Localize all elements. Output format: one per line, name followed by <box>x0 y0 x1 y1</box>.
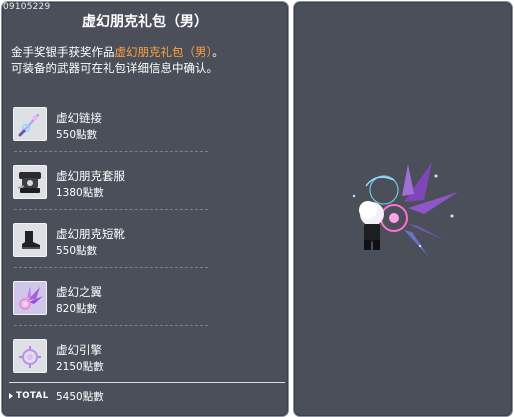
package-info-panel: 09105229 虚幻朋克礼包（男） 金手奖银手获奖作品虚幻朋克礼包（男）。 可… <box>1 1 289 417</box>
item-name: 虚幻链接 <box>56 111 102 125</box>
total-label: TOTAL <box>16 391 49 401</box>
total-arrow-icon <box>9 393 13 399</box>
description-prefix: 金手奖银手获奖作品 <box>11 45 115 59</box>
list-item[interactable]: 虚幻之翼 820點數 <box>2 276 288 334</box>
short-boots-icon <box>22 231 40 249</box>
item-price: 820點數 <box>56 303 98 315</box>
description-suffix: 。 <box>212 45 224 59</box>
total-value: 5450點數 <box>56 391 104 403</box>
list-item[interactable]: 虚幻朋克短靴 550點數 <box>2 218 288 276</box>
item-name: 虚幻朋克短靴 <box>56 227 125 241</box>
phantom-engine-icon <box>19 346 41 368</box>
item-price: 1380點數 <box>56 187 104 199</box>
package-title: 虚幻朋克礼包（男） <box>82 14 208 30</box>
item-price: 550點數 <box>56 245 98 257</box>
item-divider <box>14 267 208 268</box>
item-name: 虚幻引擎 <box>56 343 102 357</box>
item-price: 2150點數 <box>56 361 104 373</box>
item-icon-frame <box>13 281 47 315</box>
item-icon-frame <box>13 223 47 257</box>
package-item-list: 虚幻链接 550點數 虚幻朋克套服 1380點數 虚幻朋克短靴 550點數 虚幻… <box>2 102 288 392</box>
package-description: 金手奖银手获奖作品虚幻朋克礼包（男）。 可装备的武器可在礼包详细信息中确认。 <box>11 44 281 76</box>
description-line-1: 金手奖银手获奖作品虚幻朋克礼包（男）。 <box>11 44 281 60</box>
list-item[interactable]: 虚幻引擎 2150點數 <box>2 334 288 392</box>
total-divider <box>9 382 285 383</box>
item-price: 550點數 <box>56 129 98 141</box>
item-name: 虚幻之翼 <box>56 285 102 299</box>
character-preview-panel <box>293 1 513 417</box>
punk-outfit-icon <box>17 172 41 193</box>
item-divider <box>14 325 208 326</box>
item-icon-frame <box>13 339 47 373</box>
item-divider <box>14 209 208 210</box>
item-icon-frame <box>13 165 47 199</box>
list-item[interactable]: 虚幻链接 550點數 <box>2 102 288 160</box>
phantom-link-icon <box>18 113 40 137</box>
phantom-wings-icon <box>19 286 43 310</box>
list-item[interactable]: 虚幻朋克套服 1380點數 <box>2 160 288 218</box>
item-name: 虚幻朋克套服 <box>56 169 125 183</box>
item-icon-frame <box>13 107 47 141</box>
item-divider <box>14 151 208 152</box>
description-line-2: 可装备的武器可在礼包详细信息中确认。 <box>11 61 218 75</box>
description-highlight: 虚幻朋克礼包（男） <box>114 45 213 59</box>
character-preview-avatar <box>352 162 458 256</box>
